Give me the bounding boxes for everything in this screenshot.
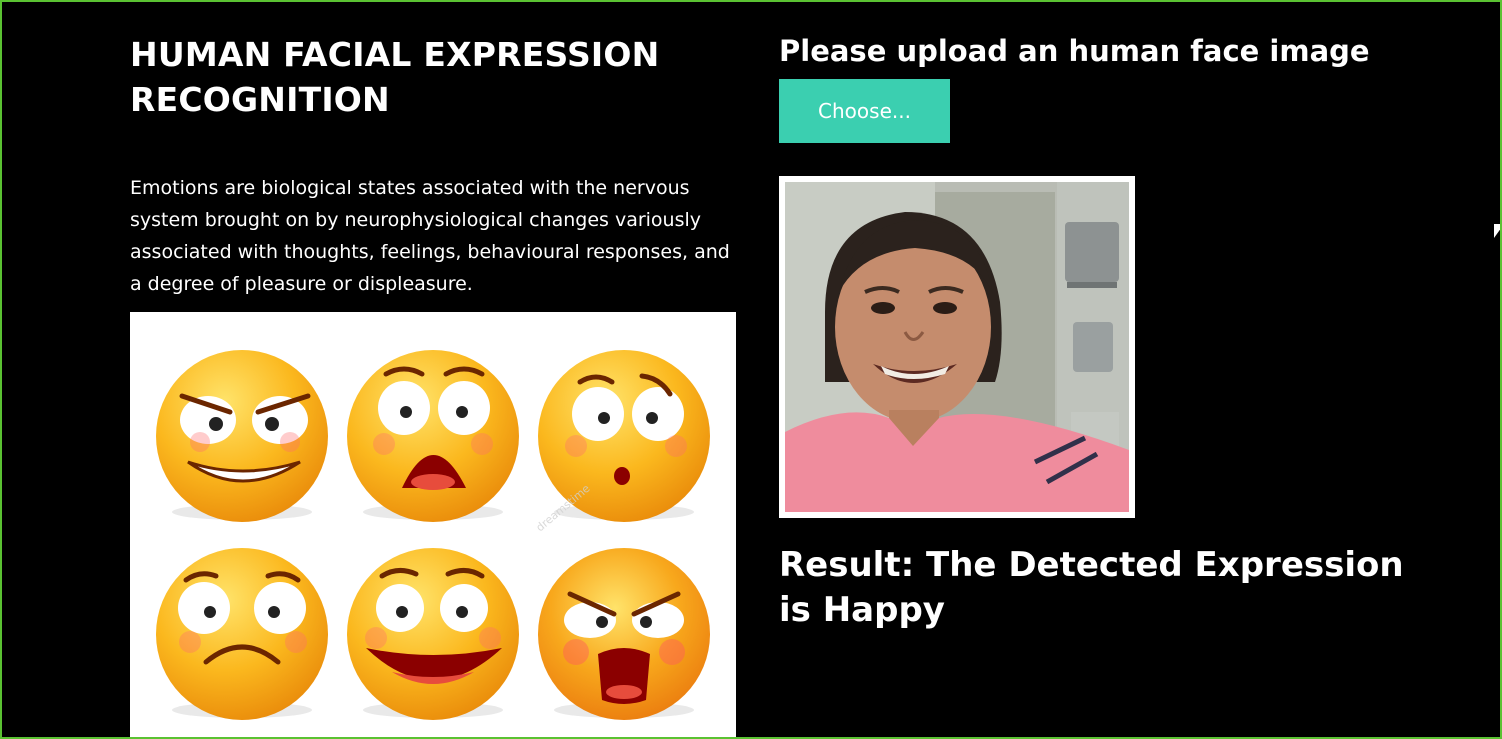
page-title: HUMAN FACIAL EXPRESSION RECOGNITION	[130, 35, 660, 119]
furious-shouting-emoji	[538, 548, 710, 720]
emotions-illustration: dreamstime	[130, 312, 736, 737]
sad-emoji	[156, 548, 328, 720]
uploaded-image-preview	[779, 176, 1135, 518]
upload-heading: Please upload an human face image	[779, 34, 1370, 68]
result-text: Result: The Detected Expression is Happy	[779, 545, 1404, 630]
surprised-emoji	[538, 350, 710, 522]
choose-file-button[interactable]: Choose...	[779, 79, 950, 143]
angry-grin-emoji	[156, 350, 328, 522]
description-text: Emotions are biological states associate…	[130, 177, 730, 295]
shocked-emoji	[347, 350, 519, 522]
laughing-emoji	[347, 548, 519, 720]
mouse-cursor-icon	[1494, 224, 1500, 238]
face-photo	[785, 182, 1129, 512]
intro-column: HUMAN FACIAL EXPRESSION RECOGNITION Emot…	[130, 32, 736, 300]
upload-column: Please upload an human face image Choose…	[779, 30, 1479, 630]
app-window: HUMAN FACIAL EXPRESSION RECOGNITION Emot…	[0, 0, 1502, 739]
